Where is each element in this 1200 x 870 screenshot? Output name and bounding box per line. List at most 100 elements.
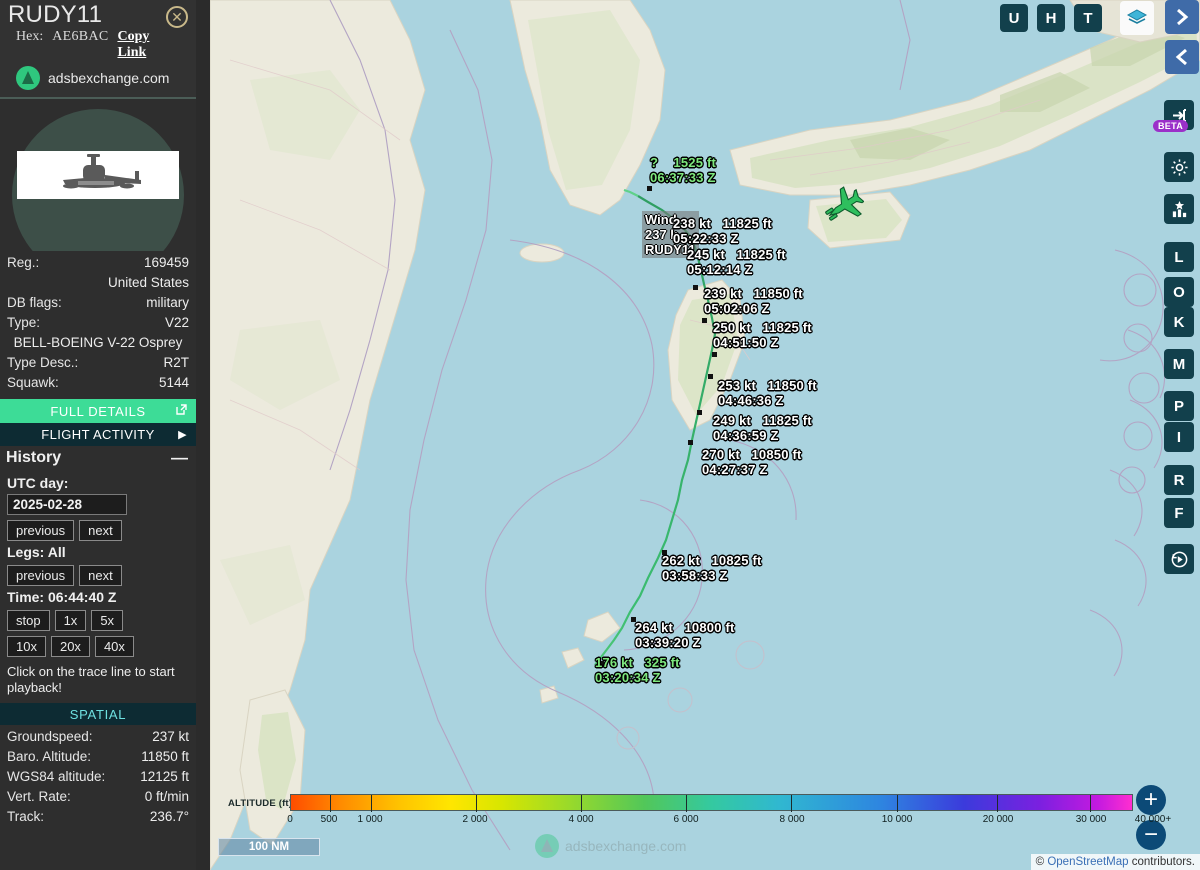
flight-activity-button[interactable]: FLIGHT ACTIVITY ▶: [0, 423, 196, 446]
trace-label[interactable]: 262 kt 10825 ft 03:58:33 Z: [662, 553, 762, 583]
spatial-values-list: Groundspeed: 237 kt Baro. Altitude: 1185…: [0, 725, 196, 827]
map-button-o[interactable]: O: [1164, 277, 1194, 307]
bar-chart-star-icon[interactable]: [1164, 194, 1194, 224]
hex-label: Hex:: [16, 29, 43, 45]
trace-altitude: 11850 ft: [754, 286, 803, 301]
legend-tick-label: 20 000: [983, 814, 1014, 825]
map-button-f[interactable]: F: [1164, 498, 1194, 528]
map-button-l[interactable]: L: [1164, 242, 1194, 272]
trace-speed: 176 kt: [595, 655, 633, 670]
trace-time: 05:12:14 Z: [687, 262, 786, 277]
map-button-t[interactable]: T: [1074, 4, 1102, 32]
sidebar-collapse-button[interactable]: [1165, 40, 1199, 74]
playback-5x-button[interactable]: 5x: [91, 610, 123, 631]
spatial-value: 237 kt: [152, 727, 189, 747]
aircraft-photo-image: [17, 151, 179, 199]
trace-altitude: 11825 ft: [723, 216, 772, 231]
map-button-label: R: [1174, 472, 1185, 489]
trace-label[interactable]: 238 kt 11825 ft 05:22:33 Z: [673, 216, 772, 246]
close-icon[interactable]: ✕: [166, 6, 188, 28]
trace-altitude: 10850 ft: [752, 447, 802, 462]
spatial-title: SPATIAL: [70, 707, 126, 722]
playback-stop-button[interactable]: stop: [7, 610, 50, 631]
trace-point[interactable]: [702, 318, 707, 323]
playback-speed-row-2: 10x 20x 40x: [7, 636, 189, 657]
full-details-button[interactable]: FULL DETAILS: [0, 399, 196, 423]
map-button-label: M: [1173, 356, 1186, 373]
trace-point[interactable]: [688, 440, 693, 445]
map-button-label: H: [1046, 10, 1057, 27]
trace-label[interactable]: ? 1525 ft 06:37:33 Z: [650, 155, 716, 185]
leg-previous-button[interactable]: previous: [7, 565, 74, 586]
trace-speed: 249 kt: [713, 413, 751, 428]
trace-altitude: 11825 ft: [737, 247, 786, 262]
utc-day-label: UTC day:: [7, 475, 189, 491]
map-button-h[interactable]: H: [1037, 4, 1065, 32]
aircraft-osprey-icon[interactable]: [824, 186, 864, 231]
trace-label[interactable]: 253 kt 11850 ft 04:46:36 Z: [718, 378, 817, 408]
map-canvas[interactable]: Wind 237 k RUDY11 ? 1525 ft 06:37:33 Z 2…: [210, 0, 1200, 870]
trace-time: 03:20:34 Z: [595, 670, 680, 685]
trace-label[interactable]: 249 kt 11825 ft 04:36:59 Z: [713, 413, 812, 443]
legend-tick-label: 40 000+: [1135, 814, 1171, 825]
map-button-r[interactable]: R: [1164, 465, 1194, 495]
legend-tick: [371, 795, 372, 812]
legend-tick-label: 10 000: [882, 814, 913, 825]
map-button-m[interactable]: M: [1164, 349, 1194, 379]
map-scale-bar: 100 NM: [218, 838, 320, 856]
trace-label[interactable]: 270 kt 10850 ft 04:27:37 Z: [702, 447, 802, 477]
trace-point[interactable]: [697, 410, 702, 415]
utc-day-input[interactable]: 2025-02-28: [7, 494, 127, 515]
attribution-suffix: contributors.: [1129, 856, 1195, 868]
trace-speed: 270 kt: [702, 447, 740, 462]
map-button-label: P: [1174, 398, 1184, 415]
playback-1x-button[interactable]: 1x: [55, 610, 87, 631]
detail-key: Squawk:: [7, 373, 59, 393]
replay-history-icon[interactable]: [1164, 544, 1194, 574]
trace-label[interactable]: 245 kt 11825 ft 05:12:14 Z: [687, 247, 786, 277]
trace-point[interactable]: [693, 285, 698, 290]
zoom-in-button[interactable]: +: [1136, 785, 1166, 815]
trace-altitude: 11850 ft: [768, 378, 817, 393]
trace-label[interactable]: 250 kt 11825 ft 04:51:50 Z: [713, 320, 812, 350]
zoom-in-label: +: [1144, 788, 1158, 812]
trace-time: 03:39:20 Z: [635, 635, 735, 650]
legend-tick-label: 8 000: [779, 814, 804, 825]
spatial-value: 236.7°: [150, 807, 189, 827]
map-button-k[interactable]: K: [1164, 307, 1194, 337]
day-next-button[interactable]: next: [79, 520, 122, 541]
trace-altitude: 10800 ft: [685, 620, 735, 635]
history-controls: UTC day: 2025-02-28 previous next Legs: …: [0, 469, 196, 696]
gear-icon[interactable]: [1164, 152, 1194, 182]
trace-altitude: 11825 ft: [763, 320, 812, 335]
trace-label[interactable]: 176 kt 325 ft 03:20:34 Z: [595, 655, 680, 685]
leg-next-button[interactable]: next: [79, 565, 122, 586]
map-button-u[interactable]: U: [1000, 4, 1028, 32]
beta-badge: BETA: [1153, 120, 1188, 132]
day-previous-button[interactable]: previous: [7, 520, 74, 541]
playback-20x-button[interactable]: 20x: [51, 636, 90, 657]
history-section-header[interactable]: History —: [0, 446, 196, 469]
copy-link-button[interactable]: Copy Link: [117, 29, 180, 61]
legend-tick: [581, 795, 582, 812]
map-button-label: U: [1009, 10, 1020, 27]
layers-icon[interactable]: [1120, 1, 1154, 35]
map-button-i[interactable]: I: [1164, 422, 1194, 452]
playback-10x-button[interactable]: 10x: [7, 636, 46, 657]
trace-point[interactable]: [712, 352, 717, 357]
trace-point[interactable]: [708, 374, 713, 379]
brand-label: adsbexchange.com: [48, 70, 169, 86]
trace-label[interactable]: 239 kt 11850 ft 05:02:06 Z: [704, 286, 803, 316]
trace-point[interactable]: [647, 186, 652, 191]
trace-label[interactable]: 264 kt 10800 ft 03:39:20 Z: [635, 620, 735, 650]
detail-value: United States: [108, 273, 189, 293]
trace-time: 04:46:36 Z: [718, 393, 817, 408]
map-button-p[interactable]: P: [1164, 391, 1194, 421]
sidebar-expand-button[interactable]: [1165, 0, 1199, 34]
detail-row-reg: Reg.: 169459: [7, 253, 189, 273]
openstreetmap-link[interactable]: OpenStreetMap: [1047, 856, 1128, 868]
hex-value: AE6BAC: [52, 29, 108, 45]
collapse-icon[interactable]: —: [171, 448, 188, 468]
playback-40x-button[interactable]: 40x: [95, 636, 134, 657]
sidebar-header: RUDY11 ✕ Hex: AE6BAC Copy Link adsbexcha…: [0, 0, 196, 97]
